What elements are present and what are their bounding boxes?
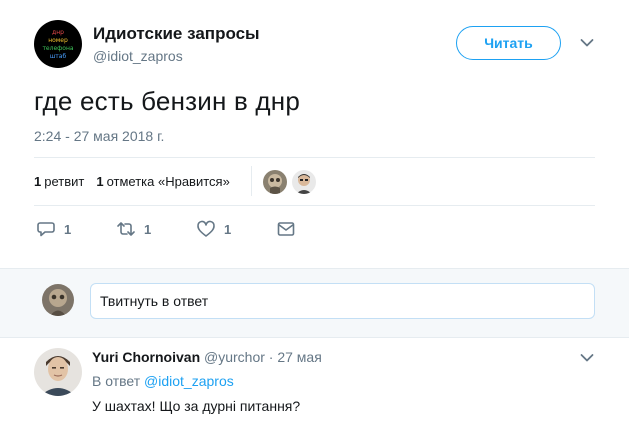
retweet-icon bbox=[117, 222, 135, 236]
reply-text: У шахтах! Що за дурні питання? bbox=[92, 398, 301, 414]
reply-to-link[interactable]: @idiot_zapros bbox=[144, 373, 234, 389]
liker-avatar[interactable] bbox=[292, 170, 316, 194]
follow-button[interactable]: Читать bbox=[456, 26, 561, 60]
tweet-text: где есть бензин в днр bbox=[34, 86, 300, 116]
reply-context: В ответ @idiot_zapros bbox=[92, 373, 234, 389]
divider bbox=[34, 157, 595, 158]
likes-count: 1 bbox=[96, 174, 104, 189]
likes-label: отметка «Нравится» bbox=[106, 174, 230, 189]
reply-action[interactable]: 1 bbox=[36, 219, 71, 239]
chevron-down-icon[interactable] bbox=[580, 353, 594, 363]
reply-avatar[interactable] bbox=[34, 348, 82, 396]
author-name[interactable]: Идиотские запросы bbox=[93, 24, 260, 44]
tweet-timestamp[interactable]: 2:24 - 27 мая 2018 г. bbox=[34, 128, 164, 144]
reply-author-handle[interactable]: @yurchor · 27 мая bbox=[204, 349, 322, 365]
retweet-action[interactable]: 1 bbox=[116, 219, 151, 239]
divider bbox=[251, 166, 252, 196]
retweets-count: 1 bbox=[34, 174, 42, 189]
reply-author-name[interactable]: Yuri Chornoivan bbox=[92, 349, 200, 365]
avatar-word: штаб bbox=[49, 53, 67, 60]
reply-icon bbox=[37, 222, 55, 237]
retweet-count: 1 bbox=[144, 221, 152, 237]
avatar-word: телефона bbox=[42, 45, 74, 52]
avatar-word: номер bbox=[48, 37, 68, 44]
reply-to-prefix: В ответ bbox=[92, 373, 141, 389]
avatar-word: днр bbox=[52, 29, 64, 36]
chevron-down-icon[interactable] bbox=[580, 38, 594, 48]
retweets-stat[interactable]: 1 ретвит bbox=[34, 174, 84, 189]
reply-input[interactable]: Твитнуть в ответ bbox=[90, 283, 595, 319]
liker-avatar[interactable] bbox=[263, 170, 287, 194]
direct-message-icon bbox=[277, 222, 295, 236]
author-handle[interactable]: @idiot_zapros bbox=[93, 48, 183, 64]
like-count: 1 bbox=[224, 221, 232, 237]
author-avatar[interactable]: днр номер телефона штаб bbox=[34, 20, 82, 68]
tweet-stats: 1 ретвит 1 отметка «Нравится» bbox=[34, 174, 238, 189]
divider bbox=[34, 205, 595, 206]
likes-stat[interactable]: 1 отметка «Нравится» bbox=[96, 174, 229, 189]
like-action[interactable]: 1 bbox=[196, 219, 231, 239]
retweets-label: ретвит bbox=[44, 174, 85, 189]
direct-message-action[interactable] bbox=[276, 219, 296, 239]
my-avatar bbox=[42, 284, 74, 316]
like-icon bbox=[197, 220, 215, 237]
reply-count: 1 bbox=[64, 221, 72, 237]
